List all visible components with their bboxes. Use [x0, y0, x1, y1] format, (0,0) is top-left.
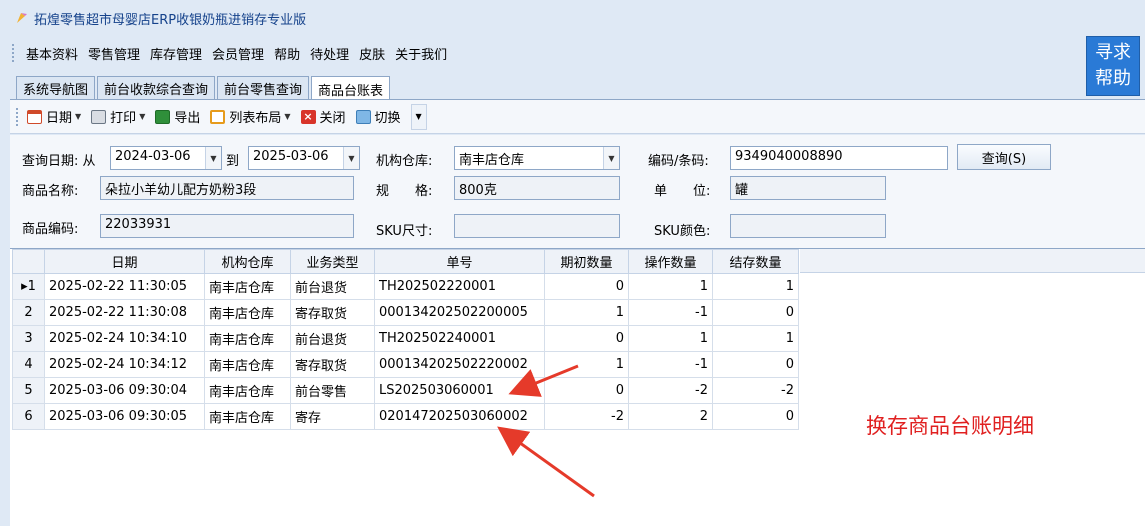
arrow-to-row-5 [508, 364, 579, 397]
annotation-arrows [497, 364, 595, 498]
annotation-text: 换存商品台账明细 [866, 414, 1034, 438]
arrow-to-row-6 [497, 426, 595, 498]
